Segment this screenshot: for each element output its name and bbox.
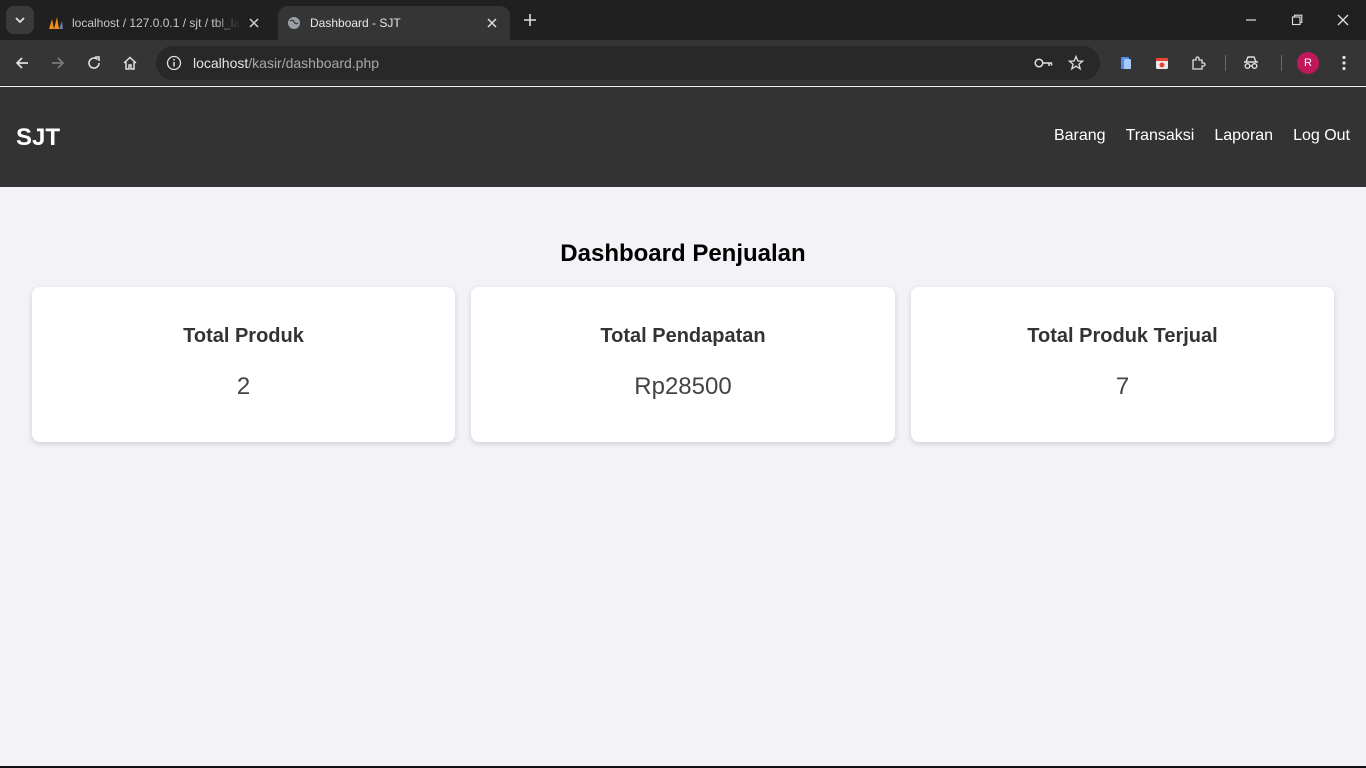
phpmyadmin-icon	[48, 15, 64, 31]
chevron-down-icon	[15, 17, 25, 24]
nav-link-transaksi[interactable]: Transaksi	[1126, 127, 1195, 145]
site-logo[interactable]: SJT	[16, 124, 60, 152]
site-info-button[interactable]	[162, 51, 186, 75]
reload-button[interactable]	[80, 49, 108, 77]
minimize-button[interactable]	[1228, 0, 1274, 40]
browser-tab-phpmyadmin[interactable]: localhost / 127.0.0.1 / sjt / tbl_lapora…	[40, 6, 272, 40]
arrow-left-icon	[15, 57, 28, 69]
url-text: localhost/kasir/dashboard.php	[193, 55, 379, 71]
close-icon[interactable]	[246, 15, 262, 31]
browser-toolbar: localhost/kasir/dashboard.php	[0, 40, 1366, 86]
stat-card-label: Total Produk	[183, 325, 304, 347]
incognito-icon	[1244, 56, 1258, 69]
password-key-button[interactable]	[1030, 49, 1058, 77]
forward-button[interactable]	[44, 49, 72, 77]
profile-avatar[interactable]: R	[1297, 52, 1319, 74]
document-extension-icon	[1121, 57, 1131, 69]
bookmark-button[interactable]	[1062, 49, 1090, 77]
plus-icon	[524, 14, 536, 26]
extension-docs-button[interactable]	[1112, 49, 1140, 77]
stat-card-total-produk-terjual: Total Produk Terjual 7	[911, 287, 1334, 442]
url-host: localhost	[193, 55, 249, 71]
restore-button[interactable]	[1274, 0, 1320, 40]
nav-link-barang[interactable]: Barang	[1054, 127, 1106, 145]
restore-icon	[1291, 14, 1303, 26]
nav-link-logout[interactable]: Log Out	[1293, 127, 1350, 145]
back-button[interactable]	[8, 49, 36, 77]
close-icon[interactable]	[484, 15, 500, 31]
key-icon	[1034, 58, 1053, 68]
stat-card-value: 2	[236, 373, 251, 400]
minimize-icon	[1246, 19, 1256, 21]
stat-card-label: Total Produk Terjual	[1027, 325, 1218, 347]
calendar-extension-icon	[1156, 58, 1168, 69]
tab-search-button[interactable]	[6, 6, 34, 34]
close-window-button[interactable]	[1320, 0, 1366, 40]
arrow-right-icon	[52, 57, 65, 69]
home-button[interactable]	[116, 49, 144, 77]
more-vertical-icon	[1342, 55, 1346, 71]
address-bar[interactable]: localhost/kasir/dashboard.php	[156, 46, 1100, 80]
stat-card-value: Rp28500	[634, 373, 732, 400]
stat-card-total-produk: Total Produk 2	[32, 287, 455, 442]
nav-link-laporan[interactable]: Laporan	[1214, 127, 1273, 145]
stat-card-value: 7	[1115, 373, 1130, 400]
home-icon	[123, 56, 137, 70]
browser-tab-strip: localhost / 127.0.0.1 / sjt / tbl_lapora…	[0, 0, 1366, 40]
toolbar-divider	[1281, 55, 1282, 71]
stat-card-label: Total Pendapatan	[600, 325, 766, 347]
toolbar-divider	[1225, 55, 1226, 71]
puzzle-icon	[1192, 56, 1206, 70]
main-nav: Barang Transaksi Laporan Log Out	[1054, 127, 1350, 145]
extensions-button[interactable]	[1184, 49, 1212, 77]
extension-calendar-button[interactable]	[1148, 49, 1176, 77]
tab-title: localhost / 127.0.0.1 / sjt / tbl_lapora…	[72, 16, 240, 30]
star-icon	[1068, 55, 1084, 71]
site-header: SJT Barang Transaksi Laporan Log Out	[0, 87, 1366, 187]
url-path: /kasir/dashboard.php	[248, 55, 380, 71]
incognito-button[interactable]	[1237, 49, 1265, 77]
new-tab-button[interactable]	[518, 8, 542, 32]
reload-icon	[88, 56, 100, 69]
page-title: Dashboard Penjualan	[560, 240, 806, 267]
stat-card-total-pendapatan: Total Pendapatan Rp28500	[471, 287, 895, 442]
close-icon	[1337, 14, 1349, 26]
browser-tab-dashboard[interactable]: Dashboard - SJT	[278, 6, 510, 40]
browser-menu-button[interactable]	[1330, 49, 1358, 77]
info-icon	[166, 55, 182, 71]
tab-title: Dashboard - SJT	[310, 16, 401, 30]
globe-icon	[286, 15, 302, 31]
